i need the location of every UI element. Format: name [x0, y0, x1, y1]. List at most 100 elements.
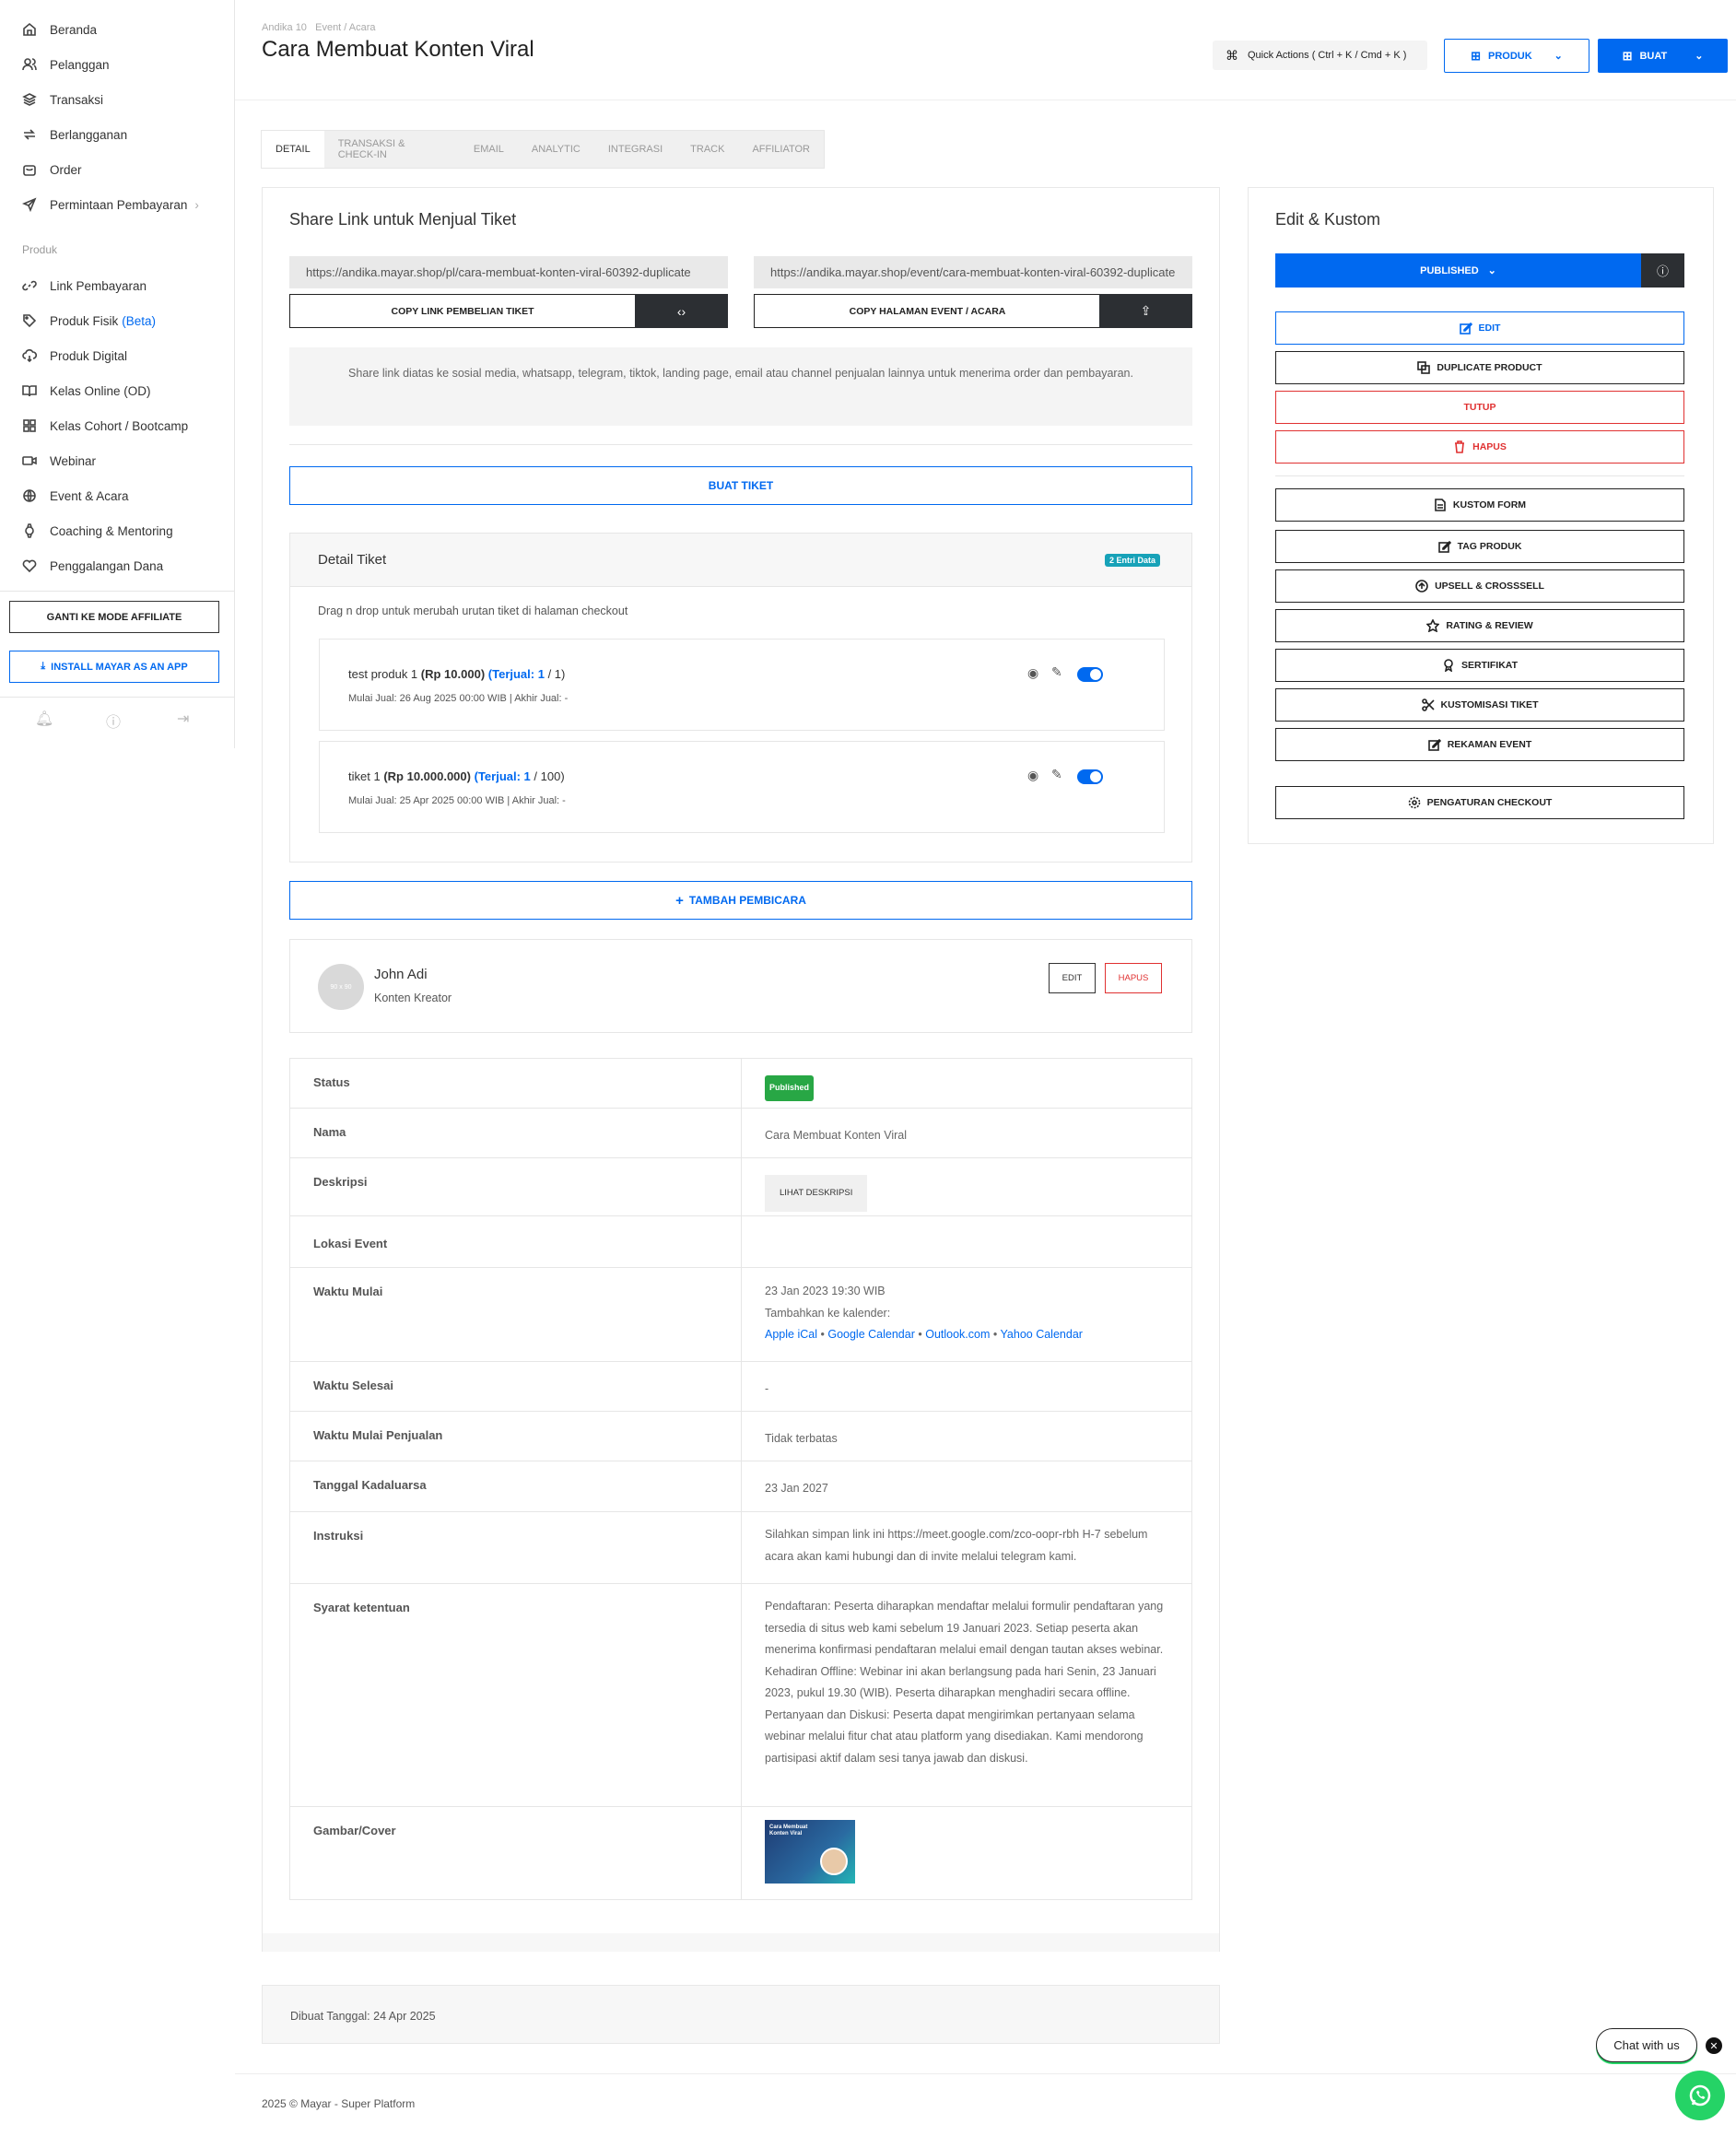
event-url-field[interactable]: https://andika.mayar.shop/event/cara-mem… — [754, 256, 1192, 288]
chat-with-us-button[interactable]: Chat with us — [1596, 2028, 1697, 2062]
ticket-row[interactable]: test produk 1 (Rp 10.000) (Terjual: 1 / … — [319, 639, 1165, 731]
kustomisasi-label: KUSTOMISASI TIKET — [1440, 699, 1539, 710]
outlook-link[interactable]: Outlook.com — [925, 1328, 990, 1341]
edit-icon[interactable]: ✎ — [1051, 664, 1062, 680]
duplicate-product-button[interactable]: DUPLICATE PRODUCT — [1275, 351, 1684, 384]
tutup-button[interactable]: TUTUP — [1275, 391, 1684, 424]
sidebar-item-label: Pelanggan — [50, 57, 110, 72]
tab-detail[interactable]: DETAIL — [262, 131, 324, 168]
buat-tiket-button[interactable]: BUAT TIKET — [289, 466, 1192, 505]
sertifikat-button[interactable]: SERTIFIKAT — [1275, 649, 1684, 682]
apple-ical-link[interactable]: Apple iCal — [765, 1328, 817, 1341]
table-row: Waktu Mulai Penjualan Tidak terbatas — [290, 1412, 1191, 1461]
sidebar-item-produk-digital[interactable]: Produk Digital — [22, 342, 127, 370]
divider — [1275, 475, 1684, 476]
edit-icon — [1437, 540, 1451, 553]
google-calendar-link[interactable]: Google Calendar — [827, 1328, 915, 1341]
ticket-card-header: Detail Tiket 2 Entri Data — [290, 534, 1191, 587]
quick-actions-button[interactable]: ⌘ Quick Actions ( Ctrl + K / Cmd + K ) — [1213, 41, 1427, 70]
rekaman-event-button[interactable]: REKAMAN EVENT — [1275, 728, 1684, 761]
logout-icon[interactable]: ⇥ — [177, 710, 189, 728]
ticket-row[interactable]: tiket 1 (Rp 10.000.000) (Terjual: 1 / 10… — [319, 741, 1165, 833]
sidebar-item-order[interactable]: Order — [22, 156, 82, 183]
edit-icon[interactable]: ✎ — [1051, 767, 1062, 782]
tab-transaksi[interactable]: TRANSAKSI & CHECK-IN — [324, 131, 460, 168]
sidebar-item-kelas-cohort[interactable]: Kelas Cohort / Bootcamp — [22, 412, 188, 440]
upsell-crosssell-button[interactable]: UPSELL & CROSSSELL — [1275, 569, 1684, 603]
hapus-button[interactable]: HAPUS — [1275, 430, 1684, 464]
whatsapp-button[interactable] — [1675, 2071, 1725, 2120]
kustom-form-button[interactable]: KUSTOM FORM — [1275, 488, 1684, 522]
sidebar-item-kelas-online[interactable]: Kelas Online (OD) — [22, 377, 151, 405]
purchase-url-field[interactable]: https://andika.mayar.shop/pl/cara-membua… — [289, 256, 728, 288]
sertifikat-label: SERTIFIKAT — [1460, 660, 1519, 671]
copy-purchase-link-button[interactable]: COPY LINK PEMBELIAN TIKET — [289, 294, 636, 328]
sidebar-item-webinar[interactable]: Webinar — [22, 447, 96, 475]
sidebar-item-label: Penggalangan Dana — [50, 558, 164, 573]
sidebar-item-permintaan-pembayaran[interactable]: Permintaan Pembayaran › — [22, 191, 199, 218]
edit-button[interactable]: EDIT — [1275, 311, 1684, 345]
duplicate-label: DUPLICATE PRODUCT — [1437, 362, 1542, 373]
start-time: 23 Jan 2023 19:30 WIB — [765, 1285, 886, 1297]
sidebar-item-beranda[interactable]: Beranda — [22, 16, 97, 43]
tab-track[interactable]: TRACK — [676, 131, 738, 168]
speaker-edit-button[interactable]: EDIT — [1049, 963, 1096, 993]
eye-icon[interactable]: ◉ — [1027, 665, 1038, 681]
tab-email[interactable]: EMAIL — [460, 131, 518, 168]
speaker-delete-button[interactable]: HAPUS — [1105, 963, 1162, 993]
copy-event-page-button[interactable]: COPY HALAMAN EVENT / ACARA — [754, 294, 1101, 328]
bell-icon[interactable]: 🔔︎ — [35, 710, 53, 728]
breadcrumb-user[interactable]: Andika 10 — [262, 22, 307, 33]
close-icon[interactable]: ✕ — [1706, 2037, 1722, 2054]
published-dropdown-button[interactable]: PUBLISHED ⌄ — [1275, 253, 1641, 288]
tab-integrasi[interactable]: INTEGRASI — [594, 131, 676, 168]
sidebar-item-pelanggan[interactable]: Pelanggan — [22, 51, 110, 78]
pengaturan-checkout-button[interactable]: PENGATURAN CHECKOUT — [1275, 786, 1684, 819]
row-label: Syarat ketentuan — [290, 1584, 742, 1806]
ticket-toggle[interactable] — [1077, 769, 1103, 784]
sidebar-item-coaching[interactable]: Coaching & Mentoring — [22, 517, 173, 545]
rating-label: RATING & REVIEW — [1446, 620, 1533, 631]
row-value: 23 Jan 2027 — [765, 1482, 828, 1495]
share-button[interactable]: ⇪ — [1099, 294, 1192, 328]
tag-produk-button[interactable]: TAG PRODUK — [1275, 530, 1684, 563]
affiliate-mode-button[interactable]: GANTI KE MODE AFFILIATE — [9, 601, 219, 633]
ticket-sold: (Terjual: 1 — [474, 769, 531, 783]
sidebar-item-penggalangan-dana[interactable]: Penggalangan Dana — [22, 552, 163, 580]
share-title: Share Link untuk Menjual Tiket — [289, 210, 517, 229]
yahoo-calendar-link[interactable]: Yahoo Calendar — [1001, 1328, 1083, 1341]
row-value: Silahkan simpan link ini https://meet.go… — [765, 1528, 1148, 1563]
table-row: Instruksi Silahkan simpan link ini https… — [290, 1512, 1191, 1584]
tab-analytic[interactable]: ANALYTIC — [518, 131, 594, 168]
tambah-pembicara-button[interactable]: + TAMBAH PEMBICARA — [289, 881, 1192, 920]
embed-code-button[interactable]: ‹› — [635, 294, 728, 328]
sidebar-item-berlangganan[interactable]: Berlangganan — [22, 121, 127, 148]
row-label: Waktu Mulai Penjualan — [290, 1412, 742, 1461]
download-icon: ⤓ — [41, 661, 46, 672]
sidebar-item-produk-fisik[interactable]: Produk Fisik (Beta) — [22, 307, 156, 334]
install-app-button[interactable]: ⤓ INSTALL MAYAR AS AN APP — [9, 651, 219, 683]
sidebar-item-transaksi[interactable]: Transaksi — [22, 86, 103, 113]
sidebar-item-event-acara[interactable]: Event & Acara — [22, 482, 129, 510]
help-icon[interactable]: ⓘ — [106, 710, 121, 732]
sidebar-item-link-pembayaran[interactable]: Link Pembayaran — [22, 272, 147, 299]
ticket-card: Detail Tiket 2 Entri Data Drag n drop un… — [289, 533, 1192, 863]
rating-review-button[interactable]: RATING & REVIEW — [1275, 609, 1684, 642]
tab-affiliator[interactable]: AFFILIATOR — [738, 131, 824, 168]
row-value: - — [765, 1382, 769, 1395]
hapus-label: HAPUS — [1472, 441, 1507, 452]
buat-dropdown-button[interactable]: ⊞ BUAT ⌄ — [1598, 39, 1728, 73]
kustomisasi-tiket-button[interactable]: KUSTOMISASI TIKET — [1275, 688, 1684, 722]
code-icon: ‹› — [676, 303, 686, 319]
breadcrumb-section[interactable]: Event / Acara — [315, 22, 375, 33]
ticket-toggle[interactable] — [1077, 667, 1103, 682]
sidebar-section-label: Produk — [22, 243, 58, 256]
row-label: Instruksi — [290, 1512, 742, 1583]
lihat-deskripsi-button[interactable]: LIHAT DESKRIPSI — [765, 1175, 868, 1212]
info-icon[interactable]: ⓘ — [1641, 253, 1684, 288]
produk-dropdown-button[interactable]: ⊞ PRODUK ⌄ — [1444, 39, 1589, 73]
ticket-name: tiket 1 (Rp 10.000.000) (Terjual: 1 / 10… — [348, 769, 565, 783]
eye-icon[interactable]: ◉ — [1027, 768, 1038, 783]
cover-image[interactable]: Cara Membuat Konten Viral — [765, 1820, 855, 1884]
sidebar-item-label: Coaching & Mentoring — [50, 523, 173, 538]
